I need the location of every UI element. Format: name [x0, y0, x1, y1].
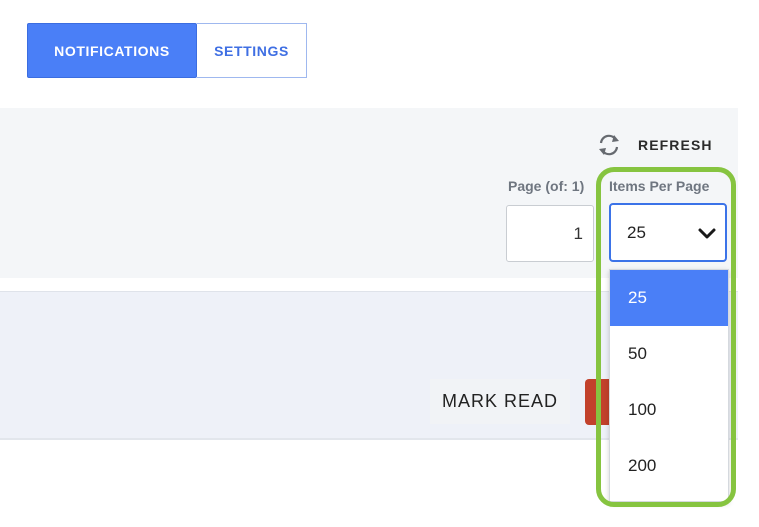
page-number-input[interactable] [506, 205, 594, 262]
items-per-page-option-200[interactable]: 200 [610, 438, 728, 494]
items-per-page-dropdown: 25 50 100 200 [609, 269, 729, 502]
chevron-down-icon [698, 228, 716, 239]
refresh-button[interactable]: REFRESH [588, 126, 726, 164]
items-per-page-option-50[interactable]: 50 [610, 326, 728, 382]
items-per-page-label: Items Per Page [609, 178, 710, 194]
items-per-page-select[interactable]: 25 [609, 203, 727, 262]
refresh-label: REFRESH [638, 137, 713, 153]
items-per-page-value: 25 [627, 223, 646, 242]
items-per-page-option-100[interactable]: 100 [610, 382, 728, 438]
items-per-page-option-25[interactable]: 25 [610, 270, 728, 326]
page-label: Page (of: 1) [508, 178, 585, 194]
refresh-icon [599, 134, 619, 156]
mark-read-button[interactable]: MARK READ [430, 379, 570, 424]
tab-notifications[interactable]: NOTIFICATIONS [27, 23, 197, 78]
tab-bar: NOTIFICATIONS SETTINGS [27, 23, 307, 78]
tab-settings[interactable]: SETTINGS [197, 23, 307, 78]
